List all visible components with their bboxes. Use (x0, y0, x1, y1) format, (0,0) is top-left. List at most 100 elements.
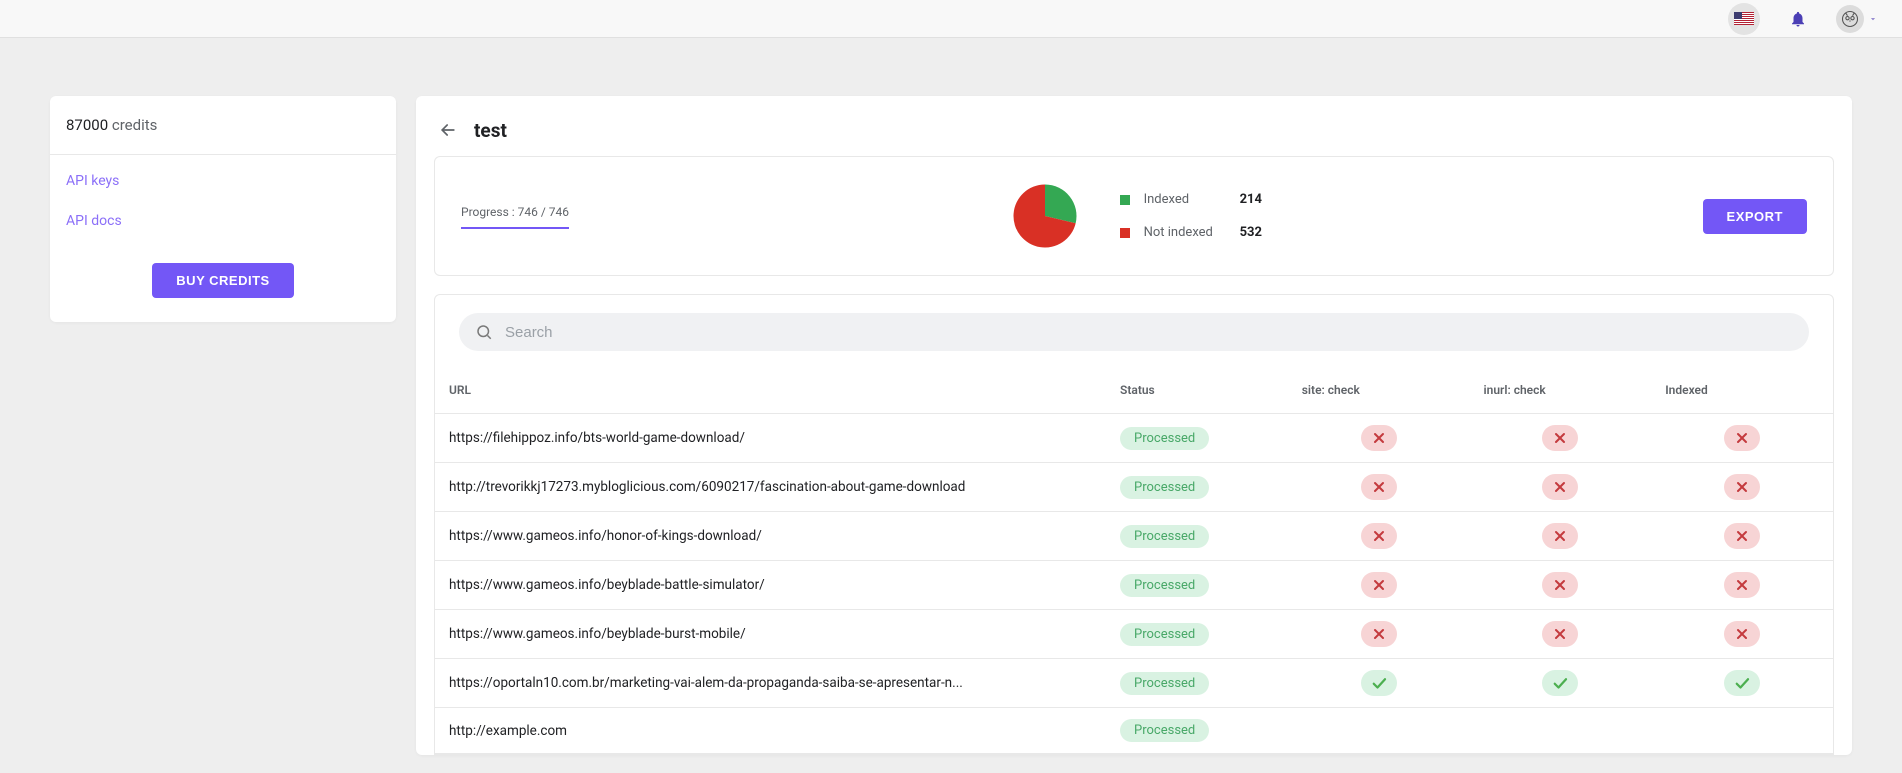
cell-url: https://www.gameos.info/beyblade-burst-m… (435, 610, 1106, 659)
caret-down-icon (1868, 14, 1878, 24)
search-icon (475, 323, 493, 341)
table-row: http://trevorikkj17273.mybloglicious.com… (435, 463, 1833, 512)
chart-legend: Indexed 214 Not indexed 532 (1120, 192, 1262, 240)
legend-value: 214 (1240, 192, 1262, 207)
owl-avatar-icon (1840, 9, 1860, 29)
x-icon (1361, 425, 1397, 451)
main-card: test Progress : 746 / 746 Indexed 214 Not … (416, 96, 1852, 755)
cell-indexed (1651, 659, 1833, 708)
cell-status: Processed (1106, 414, 1288, 463)
user-avatar (1836, 5, 1864, 33)
col-header-status[interactable]: Status (1106, 361, 1288, 414)
user-menu[interactable] (1836, 5, 1878, 33)
x-icon (1542, 572, 1578, 598)
page-title: test (474, 119, 507, 142)
export-button[interactable]: EXPORT (1703, 199, 1807, 234)
cell-url: https://www.gameos.info/beyblade-battle-… (435, 561, 1106, 610)
cell-site-check (1288, 414, 1470, 463)
x-icon (1724, 621, 1760, 647)
locale-flag-button[interactable] (1728, 3, 1760, 35)
notifications-button[interactable] (1782, 3, 1814, 35)
search-box[interactable] (459, 313, 1809, 351)
x-icon (1361, 621, 1397, 647)
x-icon (1724, 572, 1760, 598)
cell-site-check (1288, 512, 1470, 561)
status-pill: Processed (1120, 476, 1209, 499)
x-icon (1542, 523, 1578, 549)
sidebar-links: API keys API docs (50, 155, 396, 259)
cell-url: https://filehippoz.info/bts-world-game-d… (435, 414, 1106, 463)
results-panel: URL Status site: check inurl: check Inde… (434, 294, 1834, 755)
topbar (0, 0, 1902, 38)
cell-site-check (1288, 708, 1470, 754)
x-icon (1724, 425, 1760, 451)
sidebar-link-api-docs[interactable]: API docs (50, 201, 396, 241)
cell-indexed (1651, 561, 1833, 610)
us-flag-icon (1734, 12, 1754, 25)
x-icon (1361, 523, 1397, 549)
cell-indexed (1651, 512, 1833, 561)
x-icon (1361, 572, 1397, 598)
status-pill: Processed (1120, 672, 1209, 695)
status-pill: Processed (1120, 525, 1209, 548)
credits-row: 87000 credits (50, 96, 396, 155)
legend-label: Not indexed (1144, 225, 1226, 240)
cell-site-check (1288, 659, 1470, 708)
cell-inurl-check (1470, 561, 1652, 610)
col-header-site-check[interactable]: site: check (1288, 361, 1470, 414)
arrow-left-icon (438, 120, 458, 140)
cell-status: Processed (1106, 561, 1288, 610)
legend-row: Not indexed 532 (1120, 225, 1262, 240)
x-icon (1542, 425, 1578, 451)
x-icon (1542, 621, 1578, 647)
x-icon (1361, 474, 1397, 500)
col-header-indexed[interactable]: Indexed (1651, 361, 1833, 414)
status-pill: Processed (1120, 623, 1209, 646)
table-row: http://example.comProcessed (435, 708, 1833, 754)
status-pill: Processed (1120, 719, 1209, 742)
legend-row: Indexed 214 (1120, 192, 1262, 207)
cell-status: Processed (1106, 610, 1288, 659)
legend-value: 532 (1240, 225, 1262, 240)
bell-icon (1789, 10, 1807, 28)
cell-url: https://oportaln10.com.br/marketing-vai-… (435, 659, 1106, 708)
cell-indexed (1651, 708, 1833, 754)
cell-status: Processed (1106, 708, 1288, 754)
status-pill: Processed (1120, 427, 1209, 450)
search-input[interactable] (503, 323, 1793, 342)
col-header-url[interactable]: URL (435, 361, 1106, 414)
x-icon (1724, 523, 1760, 549)
back-button[interactable] (436, 118, 460, 142)
x-icon (1542, 474, 1578, 500)
cell-url: http://trevorikkj17273.mybloglicious.com… (435, 463, 1106, 512)
legend-label: Indexed (1144, 192, 1226, 207)
cell-status: Processed (1106, 463, 1288, 512)
cell-site-check (1288, 561, 1470, 610)
sidebar-link-api-keys[interactable]: API keys (50, 161, 396, 201)
table-row: https://oportaln10.com.br/marketing-vai-… (435, 659, 1833, 708)
status-pill: Processed (1120, 574, 1209, 597)
check-icon (1724, 670, 1760, 696)
buy-credits-button[interactable]: BUY CREDITS (152, 263, 293, 298)
cell-inurl-check (1470, 659, 1652, 708)
cell-inurl-check (1470, 463, 1652, 512)
cell-indexed (1651, 463, 1833, 512)
cell-indexed (1651, 610, 1833, 659)
credits-value: 87000 (66, 116, 108, 134)
sidebar-card: 87000 credits API keys API docs BUY CRED… (50, 96, 396, 322)
cell-inurl-check (1470, 610, 1652, 659)
table-row: https://www.gameos.info/beyblade-battle-… (435, 561, 1833, 610)
legend-swatch (1120, 195, 1130, 205)
col-header-inurl-check[interactable]: inurl: check (1470, 361, 1652, 414)
table-row: https://www.gameos.info/beyblade-burst-m… (435, 610, 1833, 659)
table-row: https://filehippoz.info/bts-world-game-d… (435, 414, 1833, 463)
cell-site-check (1288, 463, 1470, 512)
legend-swatch (1120, 228, 1130, 238)
cell-status: Processed (1106, 512, 1288, 561)
check-icon (1542, 670, 1578, 696)
x-icon (1724, 474, 1760, 500)
cell-inurl-check (1470, 414, 1652, 463)
cell-inurl-check (1470, 708, 1652, 754)
progress-text: Progress : 746 / 746 (461, 205, 569, 229)
cell-indexed (1651, 414, 1833, 463)
